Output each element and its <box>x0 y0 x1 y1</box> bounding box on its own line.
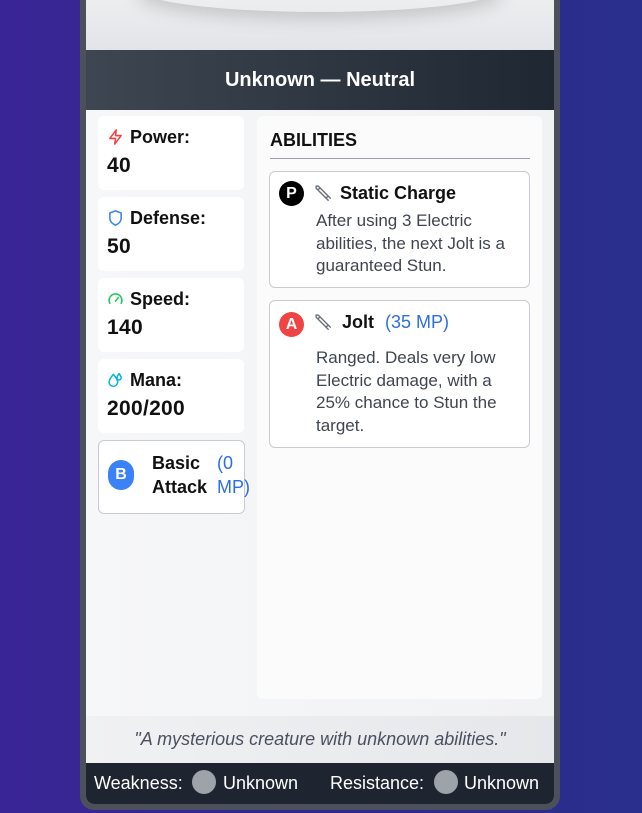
card-title-bar: Unknown — Neutral <box>86 50 554 110</box>
ability-name: Jolt <box>342 312 375 332</box>
ability-card-jolt[interactable]: A Jolt (35 MP) Ranged. Deals very low El… <box>269 300 530 448</box>
ability-description: After using 3 Electric abilities, the ne… <box>316 211 505 275</box>
passive-badge: P <box>279 181 304 206</box>
basic-attack-card[interactable]: B Basic Attack (0 MP) <box>98 440 250 514</box>
stat-value: 140 <box>107 316 143 339</box>
stat-mana: Mana: 200/200 <box>98 359 244 433</box>
active-badge: A <box>279 312 304 337</box>
card-title: Unknown — Neutral <box>224 68 415 91</box>
speedometer-icon <box>108 293 123 305</box>
resistance-type-icon <box>434 770 458 794</box>
stat-value: 50 <box>107 235 131 258</box>
weakness-label: Weakness: <box>94 773 183 793</box>
card-body: Power: 40 Defense: 50 Speed: 140 Mana: 2… <box>86 110 554 716</box>
flavor-text-bar: "A mysterious creature with unknown abil… <box>86 716 554 763</box>
basic-attack-name: Basic Attack <box>152 453 208 497</box>
basic-attack-cost: (0 MP) <box>217 453 250 497</box>
flavor-text: "A mysterious creature with unknown abil… <box>134 729 506 749</box>
art-shadow <box>136 0 504 12</box>
abilities-heading: ABILITIES <box>270 130 358 150</box>
droplet-icon <box>108 372 122 388</box>
stat-value: 200/200 <box>107 397 186 420</box>
ability-name: Static Charge <box>340 183 457 203</box>
ability-description: Ranged. Deals very low Electric damage, … <box>316 348 497 435</box>
stat-speed: Speed: 140 <box>98 278 244 352</box>
creature-art <box>86 0 554 50</box>
creature-card: Unknown — Neutral Power: 40 Defense: 50 <box>80 0 560 810</box>
weakness-value: Unknown <box>223 773 299 793</box>
weakness-type-icon <box>192 770 216 794</box>
lightning-icon <box>109 129 122 145</box>
abilities-divider <box>270 158 530 159</box>
resistance-label: Resistance: <box>330 773 425 793</box>
ability-cost: (35 MP) <box>385 312 450 332</box>
wrench-icon <box>315 314 331 330</box>
stat-value: 40 <box>107 154 131 177</box>
shield-icon <box>109 210 122 226</box>
resistance-value: Unknown <box>464 773 540 793</box>
stat-defense: Defense: 50 <box>98 197 244 271</box>
stat-label: Power: <box>130 126 191 147</box>
stat-label: Speed: <box>130 288 191 309</box>
ability-card-static-charge[interactable]: P Static Charge After using 3 Electric a… <box>269 171 530 288</box>
abilities-panel: ABILITIES P Static Charge After using 3 … <box>257 116 542 699</box>
stat-label: Mana: <box>130 369 183 390</box>
wrench-icon <box>315 185 331 201</box>
stat-power: Power: 40 <box>98 116 244 190</box>
footer-bar: Weakness: Unknown Resistance: Unknown <box>86 763 554 804</box>
basic-attack-badge: B <box>108 460 134 490</box>
stat-label: Defense: <box>130 207 207 228</box>
